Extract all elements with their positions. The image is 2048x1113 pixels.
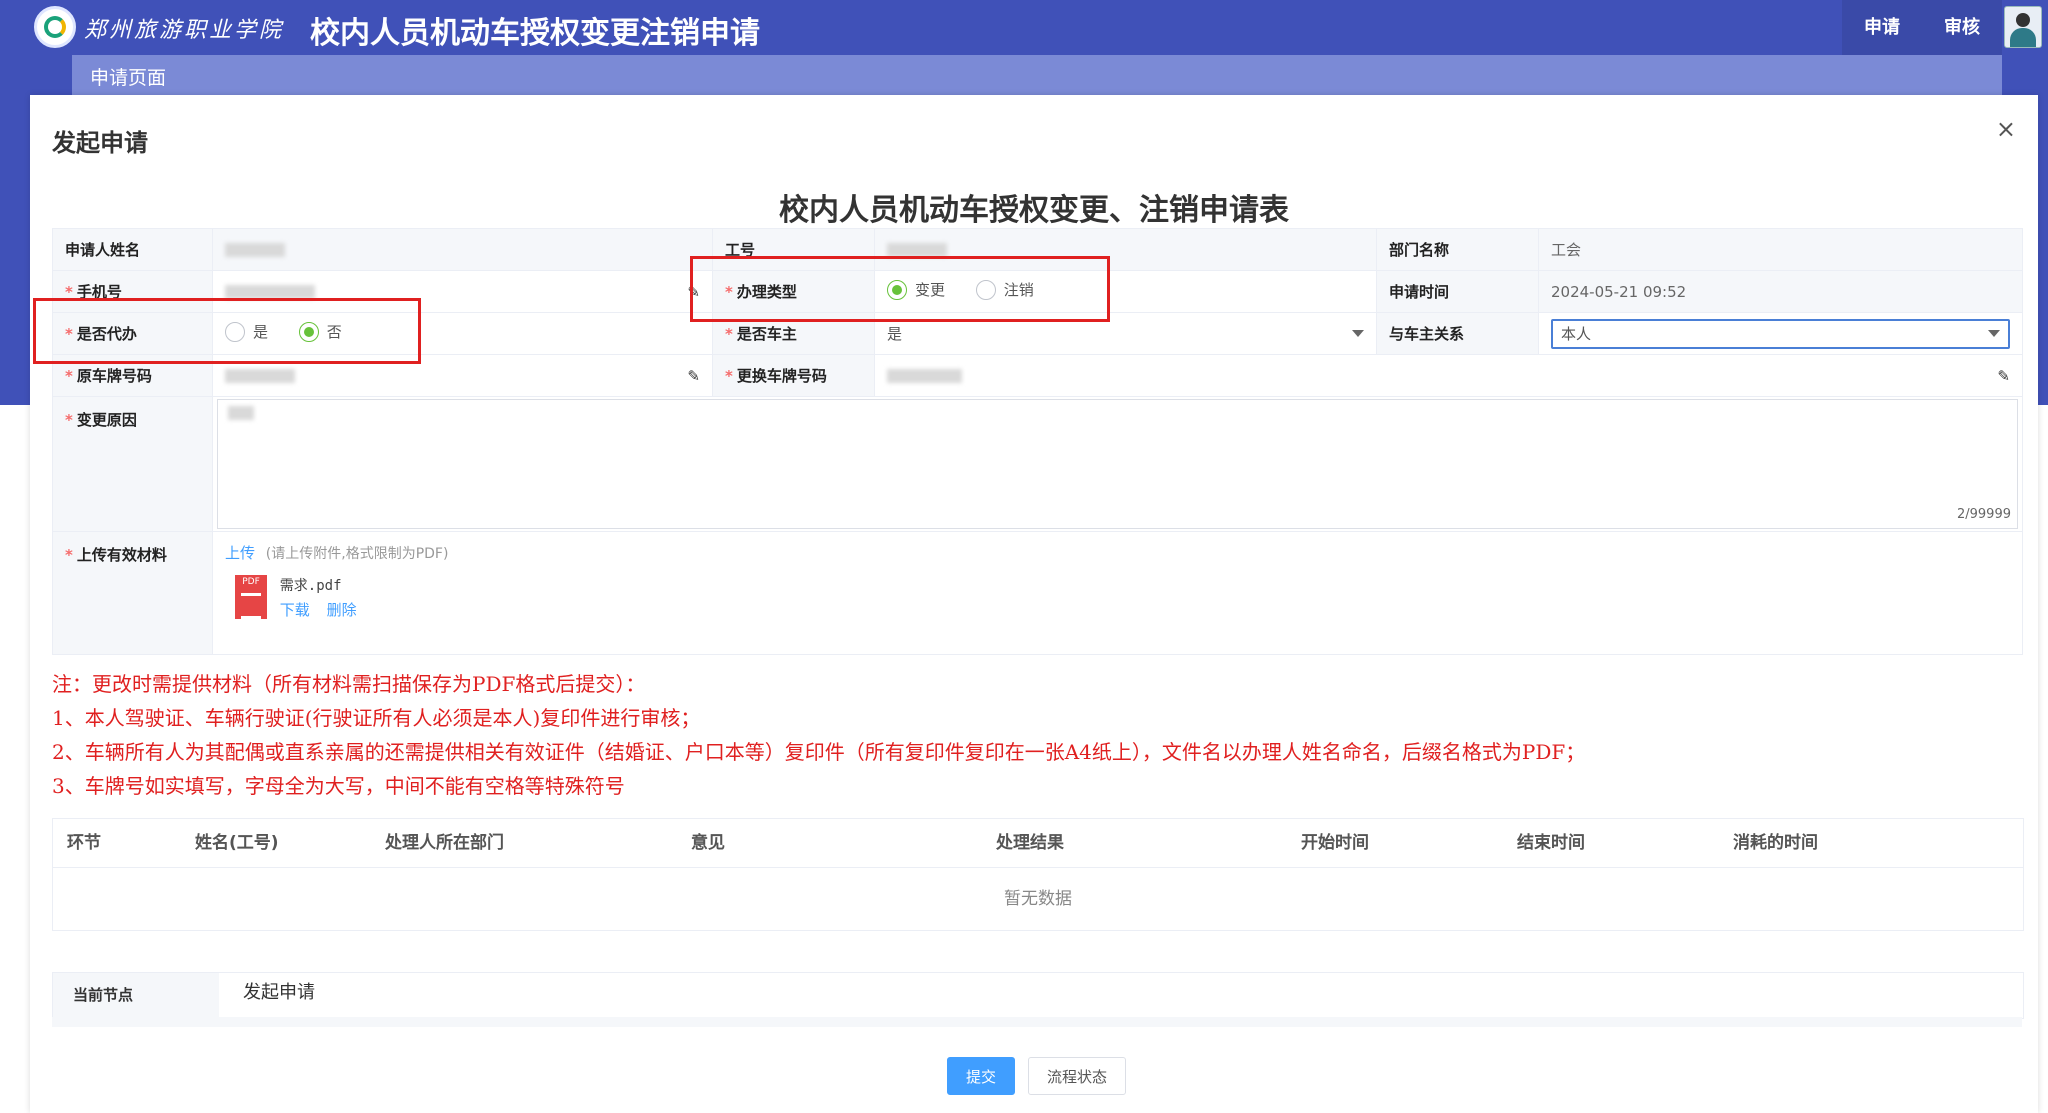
submit-button[interactable]: 提交 xyxy=(947,1057,1016,1095)
handle-type-group: 变更 注销 xyxy=(874,270,1377,313)
flow-status-button[interactable]: 流程状态 xyxy=(1028,1057,1127,1095)
notice-line: 2、车辆所有人为其配偶或直系亲属的还需提供相关有效证件（结婚证、户口本等）复印件… xyxy=(52,740,1586,764)
dialog-title: 发起申请 xyxy=(52,129,148,157)
notice-line: 3、车牌号如实填写，字母全为大写，中间不能有空格等特殊符号 xyxy=(52,774,625,798)
applicant-label: 申请人姓名 xyxy=(52,228,213,271)
breadcrumb-label: 申请页面 xyxy=(90,67,167,89)
empty-state: 暂无数据 xyxy=(1004,889,1072,909)
col-header: 消耗的时间 xyxy=(1733,833,1818,853)
chevron-down-icon xyxy=(1988,330,2000,337)
download-link[interactable]: 下载 xyxy=(280,601,310,619)
char-counter: 2/99999 xyxy=(1956,507,2011,522)
dept-label: 部门名称 xyxy=(1376,228,1539,271)
relation-label: 与车主关系 xyxy=(1376,312,1539,355)
scroll-area-edge xyxy=(52,1017,2022,1027)
relation-select[interactable]: 本人 xyxy=(1538,312,2023,355)
relation-select-value: 本人 xyxy=(1561,325,1592,343)
app-title: 校内人员机动车授权变更注销申请 xyxy=(310,16,760,51)
old-plate-label: * 原车牌号码 xyxy=(52,354,213,397)
pdf-icon-label: PDF xyxy=(242,577,260,587)
proxy-label: * 是否代办 xyxy=(52,312,213,355)
file-name: 需求.pdf xyxy=(279,578,342,594)
edit-icon[interactable]: ✎ xyxy=(687,367,700,385)
radio-change[interactable]: 变更 xyxy=(887,279,945,300)
form-title: 校内人员机动车授权变更、注销申请表 xyxy=(779,193,1289,228)
notice-line: 注：更改时需提供材料（所有材料需扫描保存为PDF格式后提交）： xyxy=(52,672,646,696)
edit-icon[interactable]: ✎ xyxy=(1997,367,2010,385)
upload-link[interactable]: 上传 xyxy=(225,544,255,562)
owner-select-value: 是 xyxy=(887,325,903,343)
current-node-label: 当前节点 xyxy=(53,973,219,1018)
nav-review[interactable]: 审核 xyxy=(1922,0,2002,55)
school-name: 郑州旅游职业学院 xyxy=(84,18,285,43)
old-plate-field[interactable]: ✎ xyxy=(212,354,713,397)
work-id-value xyxy=(874,228,1377,271)
owner-label: * 是否车主 xyxy=(712,312,875,355)
radio-cancel[interactable]: 注销 xyxy=(975,279,1034,300)
reason-cell: 2/99999 xyxy=(212,396,2023,532)
materials-label: * 上传有效材料 xyxy=(52,531,213,655)
col-header: 处理结果 xyxy=(996,833,1064,853)
apply-dialog: 发起申请 × 校内人员机动车授权变更、注销申请表 申请人姓名 工号 部门名称 工… xyxy=(30,95,2038,1113)
col-header: 姓名(工号) xyxy=(195,833,279,853)
delete-link[interactable]: 删除 xyxy=(327,601,357,619)
phone-label: * 手机号 xyxy=(52,270,213,313)
dept-value: 工会 xyxy=(1538,228,2023,271)
apply-form-table: 申请人姓名 工号 部门名称 工会 * 手机号 ✎ * 办理类型 变更 注销 申请时间… xyxy=(52,228,2023,655)
col-header: 开始时间 xyxy=(1301,833,1369,853)
notice-line: 1、本人驾驶证、车辆行驶证(行驶证所有人必须是本人)复印件进行审核； xyxy=(52,706,701,730)
chevron-down-icon xyxy=(1352,330,1364,337)
apply-time-value: 2024-05-21 09:52 xyxy=(1538,270,2023,313)
avatar[interactable] xyxy=(2004,6,2042,48)
notice-block: 注：更改时需提供材料（所有材料需扫描保存为PDF格式后提交）： 1、本人驾驶证、… xyxy=(52,667,1585,803)
nav-apply[interactable]: 申请 xyxy=(1842,0,1922,55)
current-node-row: 当前节点 发起申请 xyxy=(52,972,2024,1019)
col-header: 处理人所在部门 xyxy=(385,833,504,853)
radio-proxy-no[interactable]: 否 xyxy=(298,321,342,342)
applicant-value xyxy=(212,228,713,271)
materials-cell: 上传 (请上传附件,格式限制为PDF) PDF 需求.pdf 下载 删除 xyxy=(212,531,2023,655)
radio-proxy-yes[interactable]: 是 xyxy=(225,321,268,342)
upload-hint: (请上传附件,格式限制为PDF) xyxy=(265,546,449,562)
proxy-group: 是 否 xyxy=(212,312,713,355)
page-breadcrumb: 申请页面 xyxy=(72,55,2002,95)
col-header: 环节 xyxy=(67,833,101,853)
col-header: 结束时间 xyxy=(1517,833,1585,853)
process-table: 环节 姓名(工号) 处理人所在部门 意见 处理结果 开始时间 结束时间 消耗的时… xyxy=(52,818,2024,931)
new-plate-field[interactable]: ✎ xyxy=(874,354,2023,397)
owner-select[interactable]: 是 xyxy=(874,312,1377,355)
school-logo-icon xyxy=(34,6,76,48)
top-bar: 郑州旅游职业学院 校内人员机动车授权变更注销申请 申请 审核 xyxy=(0,0,2048,55)
col-header: 意见 xyxy=(691,833,725,853)
new-plate-label: * 更换车牌号码 xyxy=(712,354,875,397)
process-table-header: 环节 姓名(工号) 处理人所在部门 意见 处理结果 开始时间 结束时间 消耗的时… xyxy=(53,819,2023,868)
current-node-value: 发起申请 xyxy=(243,982,315,1003)
reason-label: * 变更原因 xyxy=(52,396,213,532)
edit-icon[interactable]: ✎ xyxy=(687,283,700,301)
top-nav: 申请 审核 xyxy=(1842,0,2002,55)
phone-field[interactable]: ✎ xyxy=(212,270,713,313)
pdf-file-icon: PDF xyxy=(235,575,267,619)
apply-time-label: 申请时间 xyxy=(1376,270,1539,313)
reason-textarea[interactable]: 2/99999 xyxy=(217,399,2018,529)
work-id-label: 工号 xyxy=(712,228,875,271)
close-icon[interactable]: × xyxy=(1996,115,2016,143)
handle-type-label: * 办理类型 xyxy=(712,270,875,313)
